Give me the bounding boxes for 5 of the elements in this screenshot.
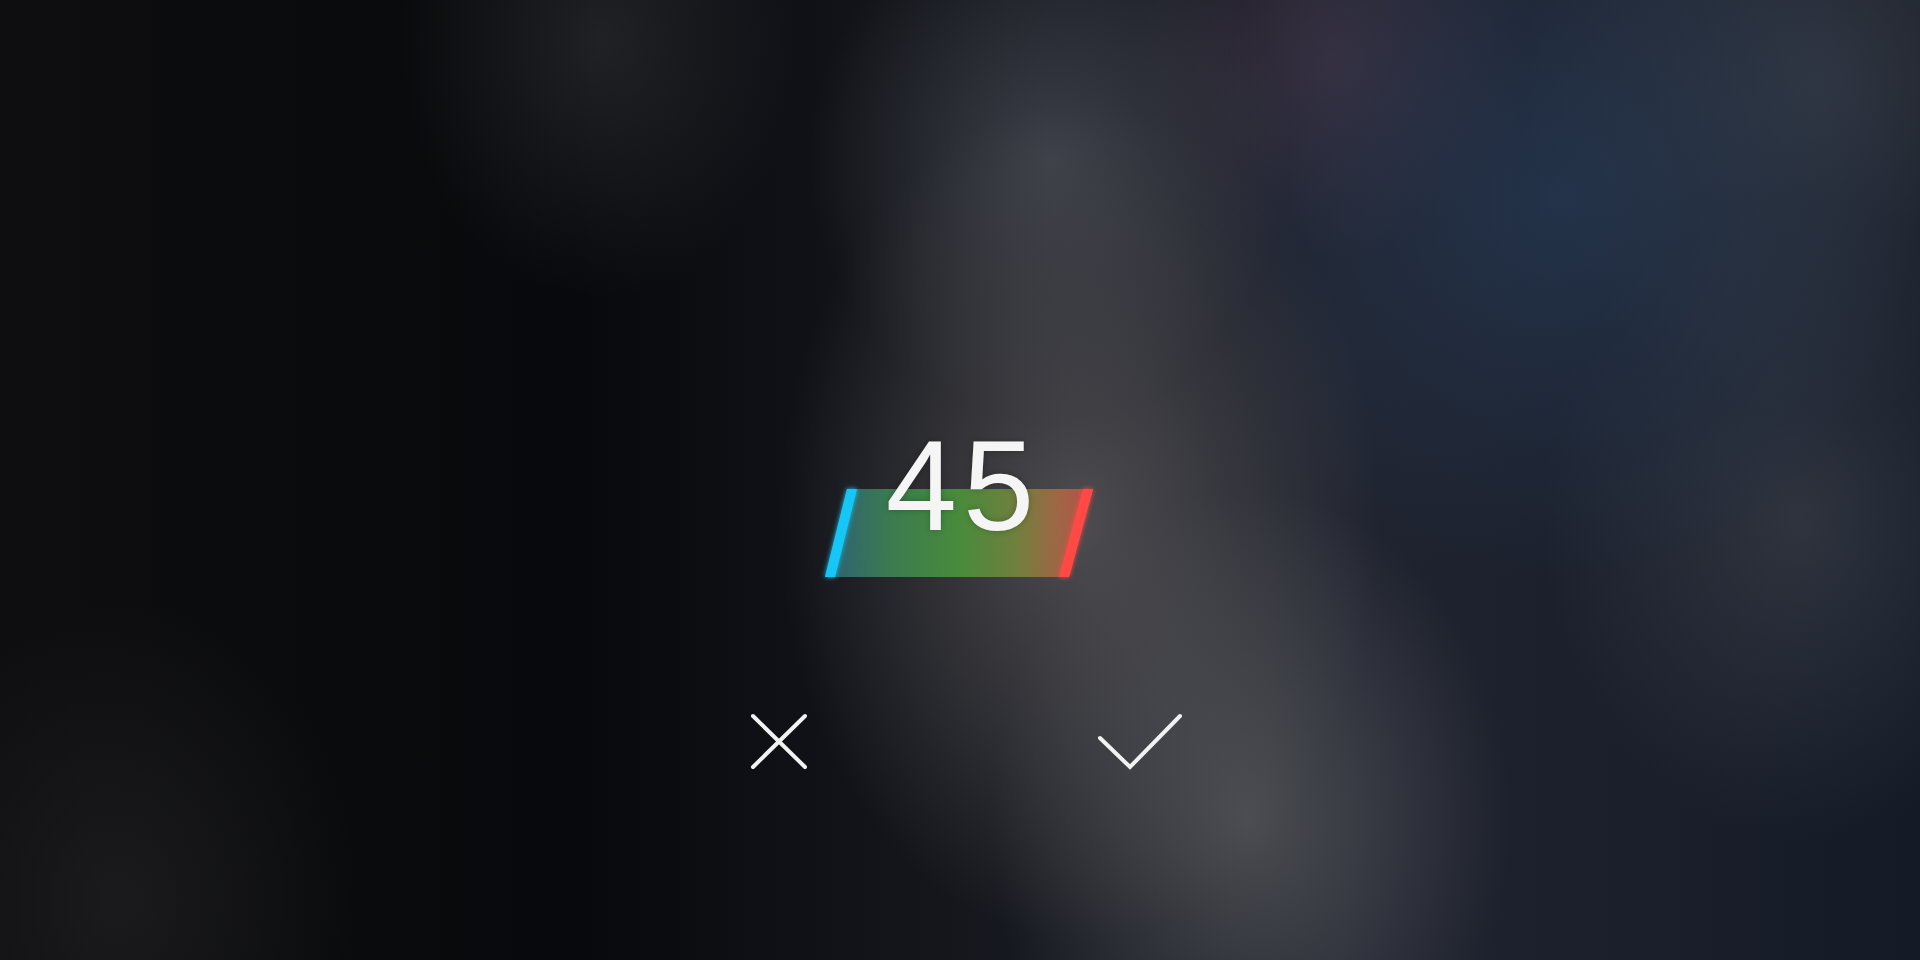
checkmark-icon (1097, 713, 1183, 770)
cancel-button[interactable] (750, 713, 808, 770)
value-reading: 45 (884, 422, 1041, 550)
close-icon (750, 713, 808, 770)
confirm-button[interactable] (1097, 713, 1183, 770)
